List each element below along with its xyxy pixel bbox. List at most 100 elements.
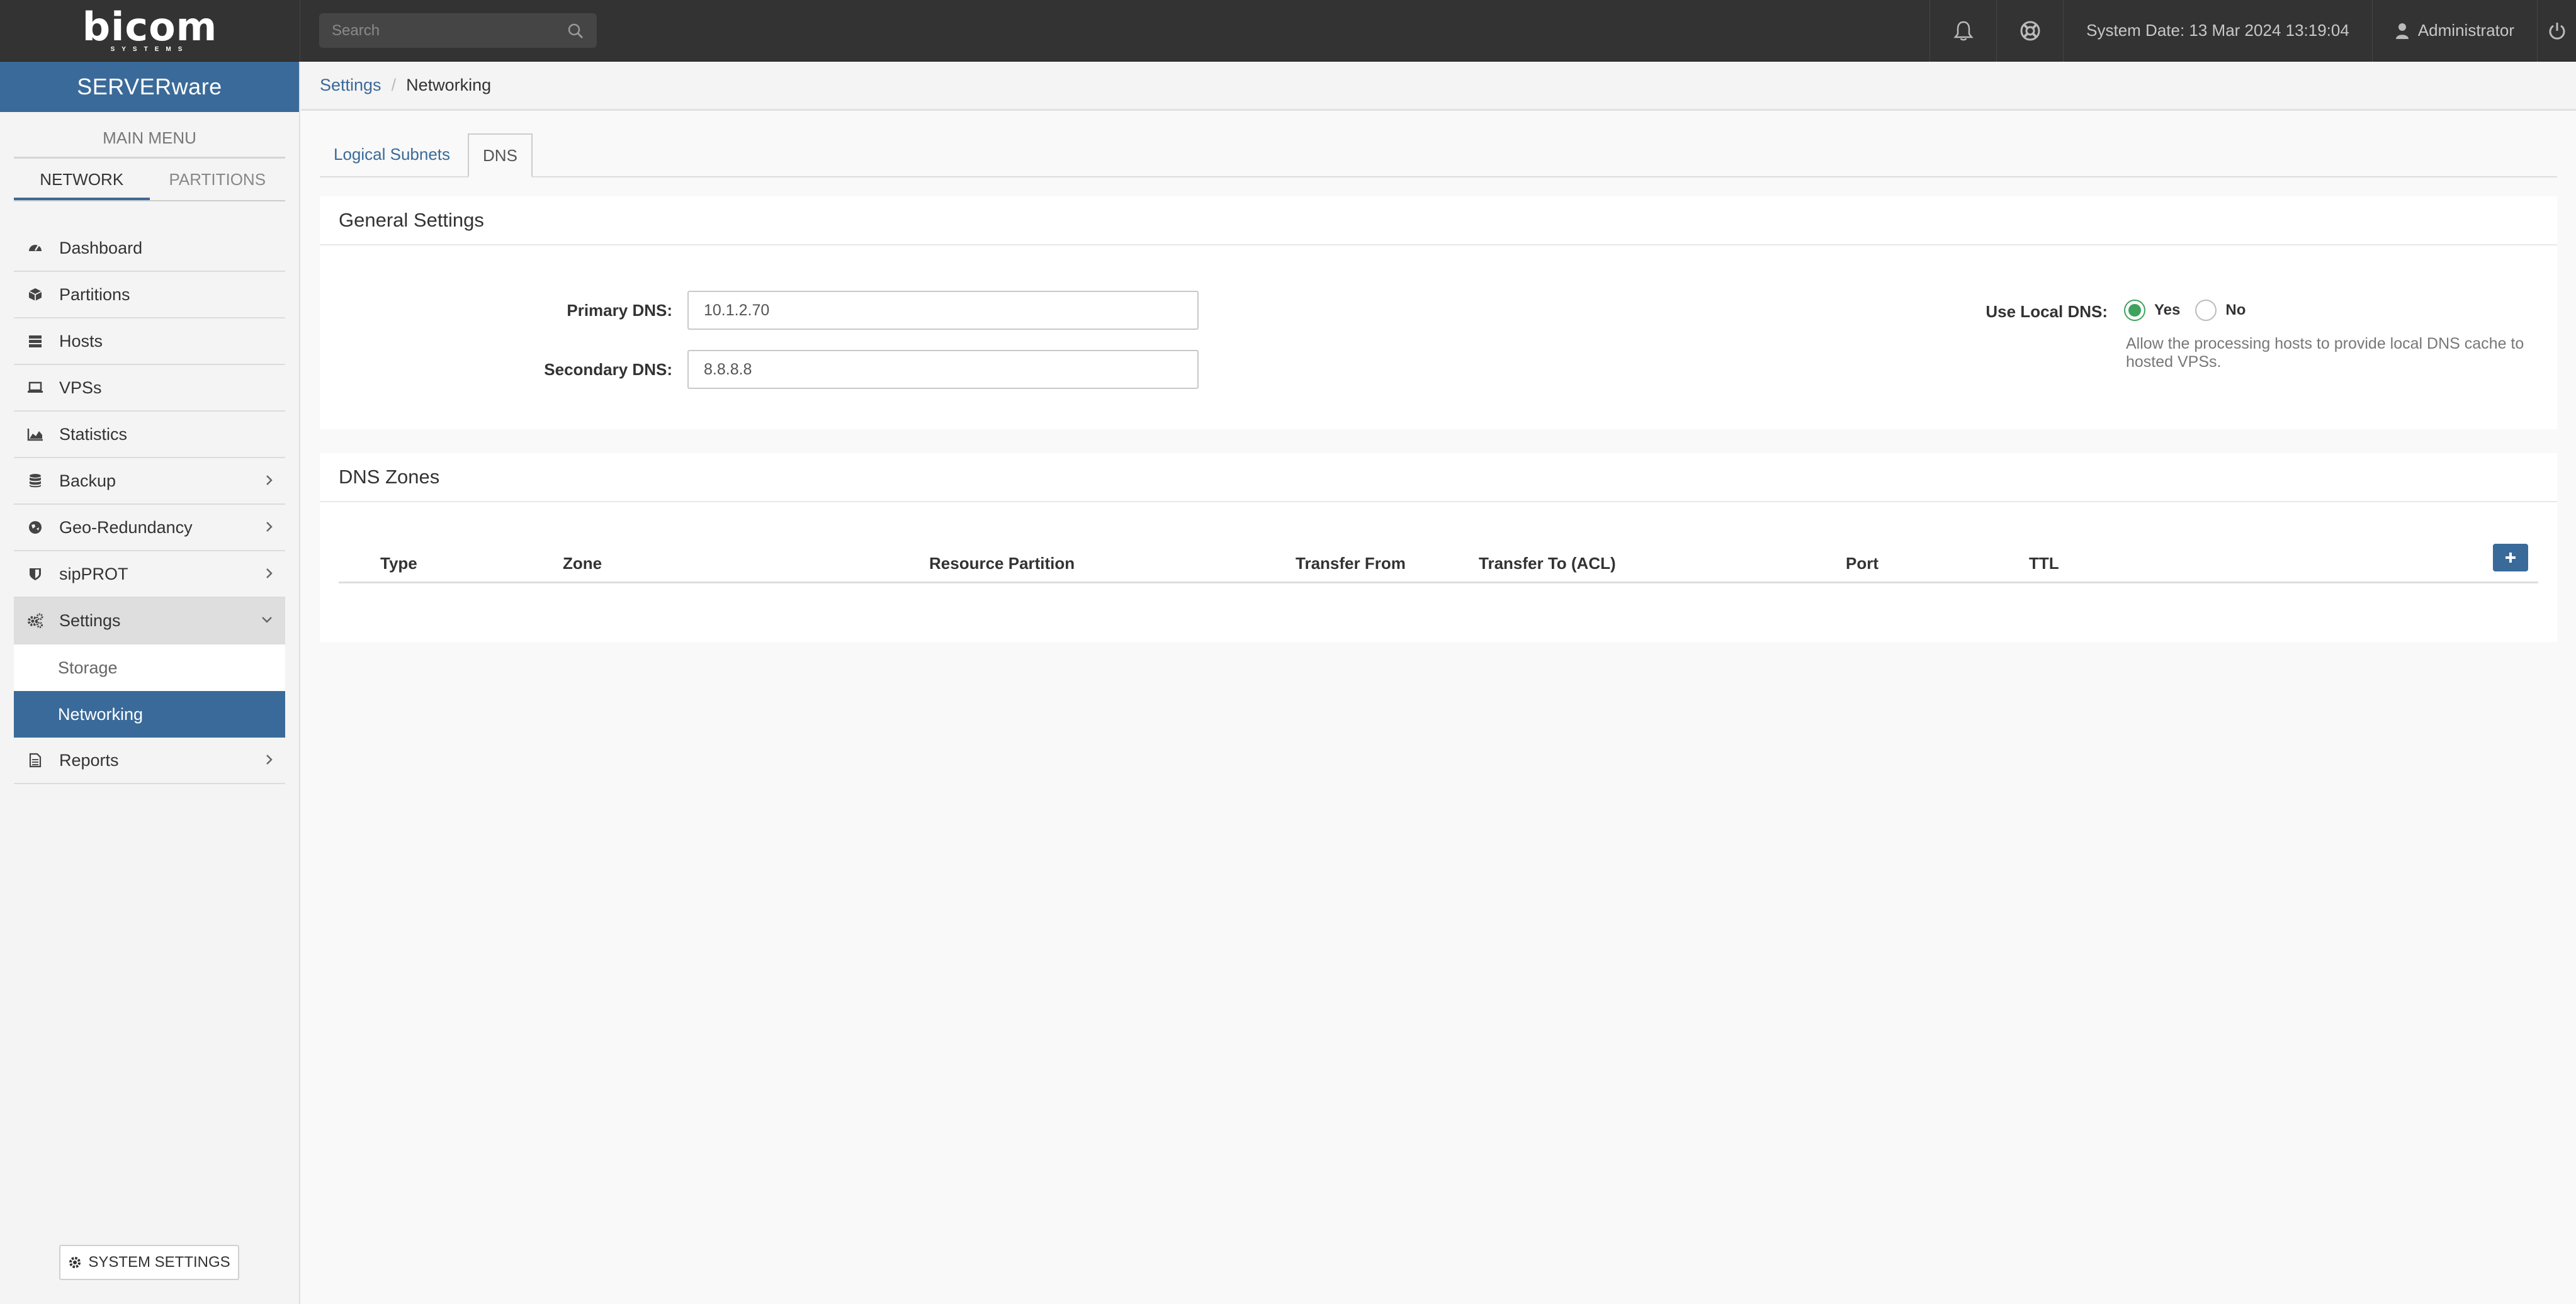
breadcrumb-settings-link[interactable]: Settings (320, 76, 381, 95)
sidebar-tab-partitions[interactable]: PARTITIONS (150, 159, 286, 200)
logo[interactable]: bicom SYSTEMS (0, 0, 300, 62)
tab-dns[interactable]: DNS (468, 133, 533, 177)
sidebar-item-geo-redundancy[interactable]: Geo-Redundancy (14, 505, 285, 551)
sidebar-item-label: Dashboard (59, 238, 143, 257)
sidebar-item-label: Reports (59, 750, 119, 770)
sidebar-item-label: Partitions (59, 284, 130, 304)
logo-text: bicom (82, 3, 218, 50)
secondary-dns-label: Secondary DNS: (544, 359, 672, 379)
brand-title: SERVERware (0, 62, 299, 112)
plus-icon (2504, 551, 2517, 564)
search-box[interactable] (319, 13, 597, 48)
chevron-right-icon (265, 520, 274, 534)
sidebar-item-statistics[interactable]: Statistics (14, 412, 285, 458)
chevron-right-icon (265, 473, 274, 487)
lifebuoy-icon (2020, 20, 2041, 42)
sidebar-item-settings[interactable]: Settings (14, 598, 285, 644)
dns-zones-title: DNS Zones (320, 453, 2557, 502)
sidebar-tab-network[interactable]: NETWORK (14, 159, 150, 200)
table-header-divider (339, 582, 2538, 583)
top-bar: bicom SYSTEMS System Date: 13 Mar 2024 1… (0, 0, 2576, 62)
sidebar-item-label: Backup (59, 471, 116, 490)
area-chart-icon (26, 425, 44, 443)
power-icon (2548, 21, 2567, 40)
system-settings-label: SYSTEM SETTINGS (88, 1254, 230, 1271)
column-header-transfer-to-acl: Transfer To (ACL) (1479, 554, 1616, 573)
sidebar-item-hosts[interactable]: Hosts (14, 318, 285, 365)
primary-dns-label: Primary DNS: (567, 300, 672, 320)
breadcrumb-separator: / (391, 76, 397, 94)
sidebar-item-label: Hosts (59, 331, 103, 351)
logo-subtext: SYSTEMS (110, 45, 189, 53)
database-icon (26, 472, 44, 490)
tab-logical-subnets[interactable]: Logical Subnets (320, 132, 464, 176)
sidebar-item-label: Settings (59, 610, 121, 630)
breadcrumb: Settings / Networking (301, 62, 2576, 111)
gear-icon (68, 1256, 82, 1269)
column-header-transfer-from: Transfer From (1296, 554, 1406, 573)
help-button[interactable] (1996, 0, 2063, 62)
notifications-button[interactable] (1929, 0, 1996, 62)
user-name: Administrator (2417, 21, 2514, 40)
primary-dns-row: Primary DNS: (320, 291, 1199, 330)
dashboard-icon (26, 239, 44, 257)
sidebar-item-label: Geo-Redundancy (59, 517, 193, 537)
use-local-dns-radio-group: Yes No (2124, 300, 2246, 321)
main-content: Logical Subnets DNS General Settings Pri… (301, 111, 2576, 1304)
sidebar-item-label: sipPROT (59, 564, 128, 583)
sidebar-item-dashboard[interactable]: Dashboard (14, 225, 285, 272)
secondary-dns-input[interactable] (687, 350, 1199, 389)
secondary-dns-row: Secondary DNS: (320, 350, 1199, 389)
breadcrumb-current: Networking (406, 76, 492, 94)
shield-icon (26, 565, 44, 583)
sidebar-item-vpss[interactable]: VPSs (14, 365, 285, 412)
system-settings-button[interactable]: SYSTEM SETTINGS (59, 1245, 239, 1280)
radio-yes-label: Yes (2154, 301, 2181, 318)
page-tabs: Logical Subnets DNS (320, 133, 2557, 177)
user-icon (2395, 22, 2409, 40)
column-header-port: Port (1846, 554, 1878, 573)
chevron-right-icon (265, 566, 274, 580)
radio-selected-indicator (2124, 300, 2145, 321)
chevron-right-icon (265, 753, 274, 767)
use-local-dns-hint: Allow the processing hosts to provide lo… (2126, 335, 2524, 371)
sidebar-item-sipprot[interactable]: sipPROT (14, 551, 285, 598)
column-header-type: Type (380, 554, 417, 573)
search-icon[interactable] (567, 22, 584, 40)
add-zone-button[interactable] (2493, 544, 2528, 571)
dns-zones-panel: DNS Zones Type Zone Resource Partition T… (320, 453, 2557, 642)
use-local-dns-no-radio[interactable]: No (2195, 300, 2246, 321)
column-header-ttl: TTL (2029, 554, 2059, 573)
system-date: System Date: 13 Mar 2024 13:19:04 (2063, 0, 2372, 62)
user-menu[interactable]: Administrator (2371, 0, 2537, 62)
sidebar-subitem-storage[interactable]: Storage (14, 644, 285, 691)
general-settings-panel: General Settings Primary DNS: Secondary … (320, 196, 2557, 429)
sidebar-item-label: Statistics (59, 424, 128, 444)
chevron-down-icon (260, 615, 274, 624)
bell-icon (1953, 20, 1974, 42)
sidebar-item-partitions[interactable]: Partitions (14, 272, 285, 318)
sidebar-item-backup[interactable]: Backup (14, 458, 285, 505)
general-settings-title: General Settings (320, 196, 2557, 245)
cogs-icon (26, 612, 44, 629)
sidebar-subitem-networking[interactable]: Networking (14, 691, 285, 738)
radio-no-label: No (2225, 301, 2246, 318)
primary-dns-input[interactable] (687, 291, 1199, 330)
sidebar: SERVERware MAIN MENU NETWORK PARTITIONS … (0, 62, 300, 1304)
use-local-dns-yes-radio[interactable]: Yes (2124, 300, 2180, 321)
main-menu-label: MAIN MENU (14, 112, 285, 159)
sidebar-item-label: VPSs (59, 378, 102, 397)
sidebar-item-reports[interactable]: Reports (14, 738, 285, 784)
file-icon (26, 751, 44, 769)
search-input[interactable] (332, 21, 546, 40)
laptop-icon (26, 379, 44, 396)
sidebar-tabs: NETWORK PARTITIONS (14, 159, 285, 201)
server-icon (26, 332, 44, 350)
logout-button[interactable] (2537, 0, 2576, 62)
main-nav: Dashboard Partitions Hosts VPSs Statisti… (14, 225, 285, 784)
use-local-dns-label: Use Local DNS: (1986, 302, 2108, 321)
column-header-resource-partition: Resource Partition (929, 554, 1075, 573)
globe-icon (26, 519, 44, 536)
column-header-zone: Zone (563, 554, 602, 573)
cube-icon (26, 286, 44, 303)
